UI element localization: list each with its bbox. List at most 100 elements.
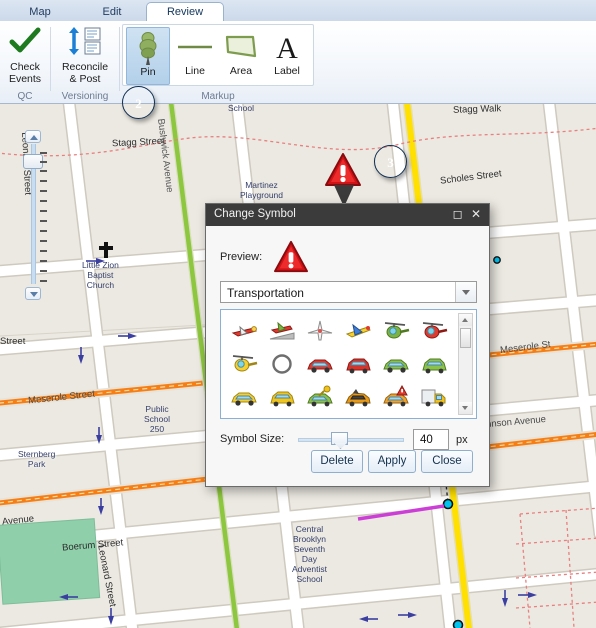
apply-button[interactable]: Apply bbox=[368, 450, 416, 473]
symbol-gallery[interactable] bbox=[220, 309, 477, 419]
place-label: Martinez Playground bbox=[240, 180, 284, 200]
tab-edit[interactable]: Edit bbox=[82, 2, 142, 22]
dialog-footer: Delete Apply Close bbox=[206, 450, 489, 474]
dialog-titlebar[interactable]: Change Symbol ◻ ✕ bbox=[206, 204, 489, 226]
red-car-front-icon bbox=[346, 358, 371, 374]
check-events-label-1: Check bbox=[10, 61, 40, 73]
green-car-with-key-icon bbox=[307, 385, 333, 407]
symbol-cell[interactable] bbox=[377, 347, 415, 380]
close-x-icon[interactable]: ✕ bbox=[469, 208, 483, 222]
symbol-size-label: Symbol Size: bbox=[220, 433, 285, 445]
symbol-category-combobox[interactable]: Transportation bbox=[220, 281, 477, 303]
markup-tool-area[interactable]: Area bbox=[219, 27, 263, 85]
symbol-cell[interactable] bbox=[225, 314, 263, 347]
markup-tool-line-label: Line bbox=[185, 65, 205, 77]
orange-car-crash-icon bbox=[345, 388, 371, 407]
place-label: Public School 250 bbox=[144, 404, 170, 434]
change-symbol-dialog: Change Symbol ◻ ✕ Preview: Transportatio… bbox=[205, 203, 490, 487]
place-label: School bbox=[228, 104, 254, 113]
triangle-down-icon bbox=[462, 406, 468, 410]
symbol-cell[interactable] bbox=[377, 314, 415, 347]
symbol-cell[interactable] bbox=[263, 314, 301, 347]
label-a-icon: A bbox=[265, 29, 309, 65]
yellow-jet-icon bbox=[345, 323, 371, 338]
roundabout-circle-icon bbox=[272, 354, 292, 374]
maximize-icon[interactable]: ◻ bbox=[451, 208, 465, 222]
triangle-up-icon bbox=[30, 135, 38, 140]
zoom-out-button[interactable] bbox=[25, 287, 41, 300]
plane-on-runway-icon bbox=[269, 321, 295, 340]
red-propeller-plane-icon bbox=[231, 325, 257, 337]
line-icon bbox=[173, 29, 217, 65]
preview-label: Preview: bbox=[220, 251, 263, 263]
svg-text:A: A bbox=[276, 32, 298, 65]
gallery-scroll-down-button[interactable] bbox=[459, 402, 472, 414]
street-label: Stagg Walk bbox=[452, 104, 502, 116]
tab-map[interactable]: Map bbox=[10, 2, 70, 22]
markup-tool-label[interactable]: A Label bbox=[265, 27, 309, 85]
green-helicopter-icon bbox=[384, 321, 410, 339]
gallery-scroll-thumb[interactable] bbox=[460, 328, 471, 348]
yellow-helicopter-icon bbox=[232, 354, 258, 372]
symbol-cell[interactable] bbox=[301, 380, 339, 413]
symbol-cell[interactable] bbox=[225, 380, 263, 413]
delete-button[interactable]: Delete bbox=[311, 450, 363, 473]
callout-badge-2: 2 bbox=[122, 86, 155, 119]
symbol-cell[interactable] bbox=[415, 347, 453, 380]
zoom-in-button[interactable] bbox=[25, 130, 41, 143]
symbol-cell[interactable] bbox=[415, 380, 453, 413]
pin-icon bbox=[127, 30, 169, 66]
church-cross-icon bbox=[99, 242, 113, 258]
red-car-side-icon bbox=[307, 359, 333, 373]
street-label: Street bbox=[0, 336, 26, 347]
orange-car-warning-icon bbox=[383, 384, 409, 407]
reconcile-post-button[interactable]: Reconcile & Post bbox=[51, 26, 119, 85]
place-label: Sternberg Park bbox=[18, 449, 56, 469]
ribbon-body: Check Events QC Reconcile & Post Version… bbox=[0, 21, 596, 104]
symbol-cell[interactable] bbox=[377, 380, 415, 413]
warning-triangle-icon bbox=[325, 153, 361, 186]
map-zoom-slider[interactable] bbox=[20, 130, 47, 300]
chevron-down-icon[interactable] bbox=[455, 282, 476, 302]
ribbon-group-versioning: Reconcile & Post Versioning bbox=[51, 21, 119, 104]
symbol-size-input[interactable]: 40 bbox=[413, 429, 449, 450]
yellow-car-side-icon bbox=[231, 392, 257, 406]
symbol-size-value: 40 bbox=[420, 434, 433, 446]
ribbon: Map Edit Review Check Events QC Reconcil… bbox=[0, 0, 596, 104]
symbol-cell[interactable] bbox=[339, 314, 377, 347]
markup-tool-label-label: Label bbox=[274, 65, 300, 77]
symbol-size-slider-thumb[interactable] bbox=[331, 432, 348, 445]
symbol-cell[interactable] bbox=[301, 347, 339, 380]
dialog-body: Preview: Transportation Symbol Size: 40 … bbox=[206, 226, 489, 486]
symbol-cell[interactable] bbox=[415, 314, 453, 347]
triangle-up-icon bbox=[462, 318, 468, 322]
markup-tool-line[interactable]: Line bbox=[173, 27, 217, 85]
green-car-side-icon bbox=[383, 359, 409, 373]
markup-tool-pin-label: Pin bbox=[140, 66, 156, 78]
dialog-title: Change Symbol bbox=[214, 208, 296, 220]
check-mark-icon bbox=[0, 26, 50, 58]
place-label: Little Zion Baptist Church bbox=[82, 260, 119, 290]
markup-tool-pin[interactable]: Pin bbox=[126, 27, 170, 85]
check-events-button[interactable]: Check Events bbox=[0, 26, 50, 85]
reconcile-post-icon bbox=[51, 26, 119, 58]
gallery-scrollbar[interactable] bbox=[458, 313, 473, 415]
symbol-cell[interactable] bbox=[263, 347, 301, 380]
symbol-cell[interactable] bbox=[301, 314, 339, 347]
symbol-gallery-grid bbox=[225, 314, 453, 414]
yellow-taxi-front-icon bbox=[270, 391, 295, 407]
symbol-size-row: Symbol Size: 40 px bbox=[220, 428, 480, 452]
ribbon-group-qc: Check Events QC bbox=[0, 21, 50, 104]
symbol-cell[interactable] bbox=[225, 347, 263, 380]
place-label: Central Brooklyn Seventh Day Adventist S… bbox=[292, 524, 327, 584]
reconcile-post-label-1: Reconcile bbox=[61, 61, 109, 73]
symbol-size-slider[interactable] bbox=[298, 432, 404, 445]
markup-tool-area-label: Area bbox=[229, 65, 253, 77]
close-button[interactable]: Close bbox=[421, 450, 473, 473]
area-icon bbox=[219, 29, 263, 65]
symbol-cell[interactable] bbox=[339, 347, 377, 380]
symbol-cell[interactable] bbox=[339, 380, 377, 413]
tab-review[interactable]: Review bbox=[146, 2, 224, 23]
gallery-scroll-up-button[interactable] bbox=[459, 314, 472, 326]
symbol-cell[interactable] bbox=[263, 380, 301, 413]
